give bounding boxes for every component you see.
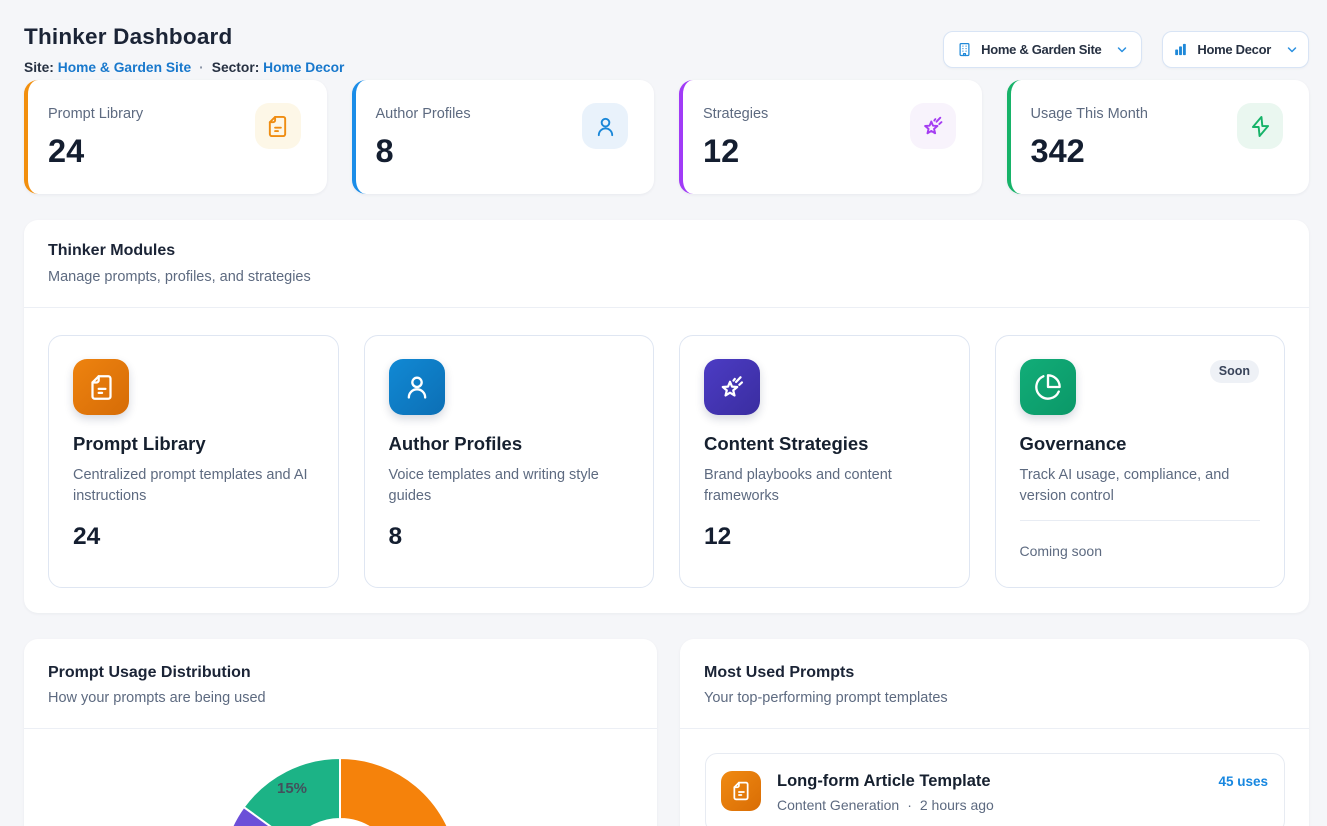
- svg-text:15%: 15%: [277, 780, 307, 797]
